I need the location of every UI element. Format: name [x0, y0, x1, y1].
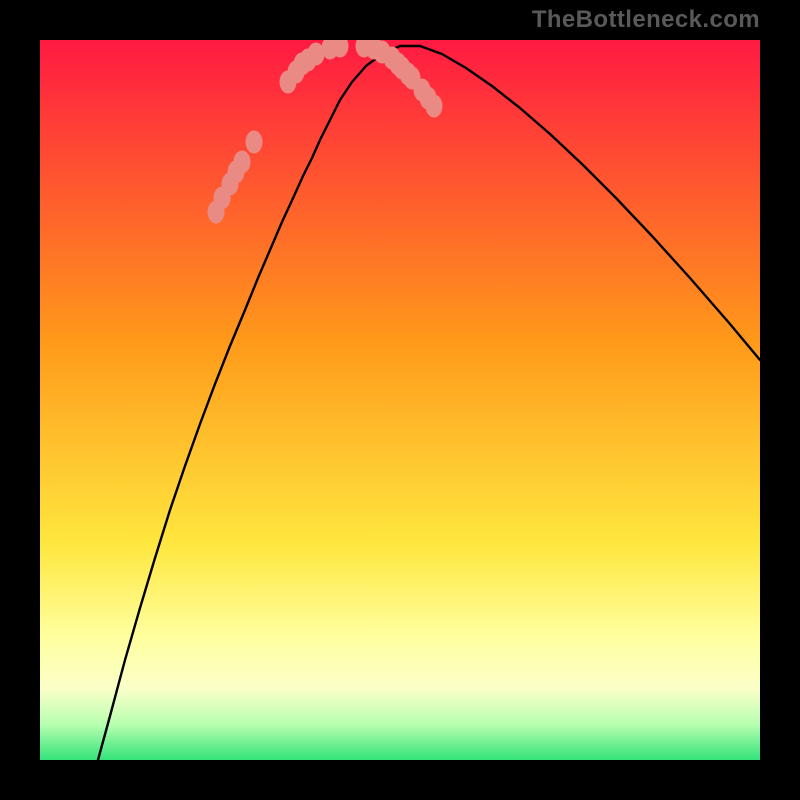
gradient-background: [40, 40, 760, 760]
highlight-dot: [426, 95, 443, 118]
attribution-label: TheBottleneck.com: [532, 6, 760, 34]
bottleneck-chart: [40, 40, 760, 760]
plot-area: [40, 40, 760, 760]
chart-frame: TheBottleneck.com: [0, 0, 800, 800]
highlight-dot: [246, 131, 263, 154]
highlight-dot: [234, 151, 251, 174]
